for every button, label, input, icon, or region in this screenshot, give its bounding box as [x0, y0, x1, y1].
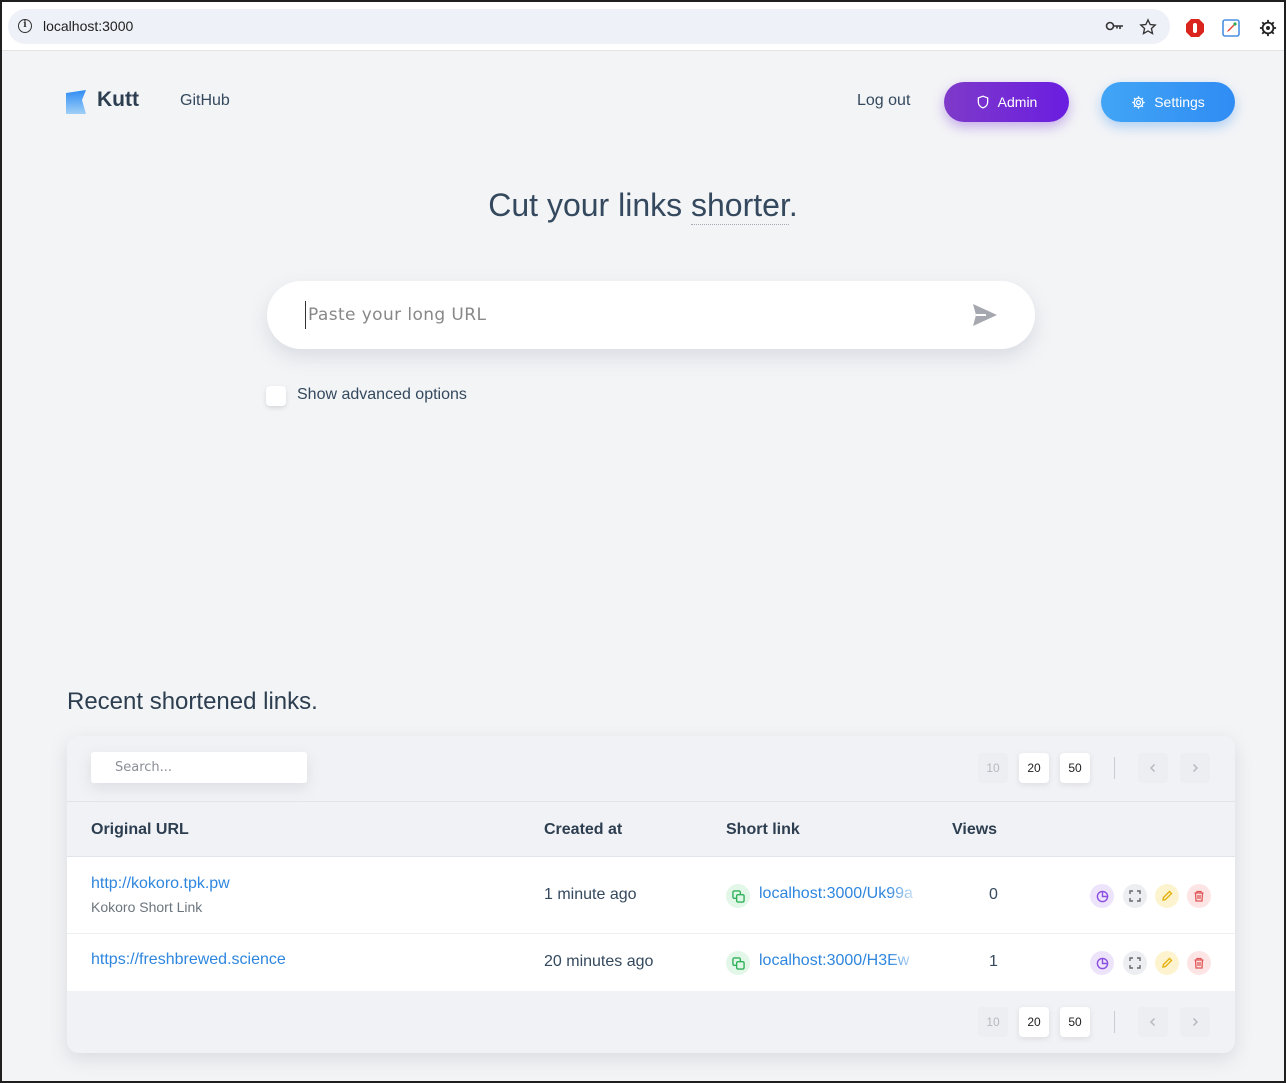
short-link[interactable]: localhost:3000/Uk99a [759, 885, 921, 903]
admin-label: Admin [997, 94, 1038, 110]
created-at: 1 minute ago [544, 886, 637, 903]
shield-icon [977, 95, 988, 109]
page-size-10-top[interactable]: 10 [978, 753, 1008, 783]
hero-title-end: . [788, 187, 798, 223]
browser-toolbar: i localhost:3000 [2, 2, 1284, 51]
hero-title-main: Cut your links [488, 187, 691, 223]
chevron-left-icon [1149, 1017, 1156, 1027]
stats-button[interactable] [1090, 884, 1114, 908]
edit-button[interactable] [1155, 951, 1179, 975]
advanced-options-label[interactable]: Show advanced options [297, 386, 467, 404]
logo-text[interactable]: Kutt [97, 88, 139, 112]
col-short-link: Short link [726, 821, 800, 838]
hero-title: Cut your links shorter. [0, 187, 1286, 225]
chevron-right-icon [1192, 1017, 1199, 1027]
table-header: Original URL Created at Short link Views [67, 801, 1235, 857]
qrcode-button[interactable] [1123, 951, 1147, 975]
delete-button[interactable] [1187, 951, 1211, 975]
trash-icon [1194, 890, 1204, 902]
prev-page-button-bottom[interactable] [1138, 1007, 1168, 1037]
page-size-10-bottom[interactable]: 10 [978, 1007, 1008, 1037]
search-input[interactable] [91, 752, 307, 783]
edit-extension-icon[interactable] [1222, 19, 1240, 41]
long-url-input[interactable] [305, 301, 945, 329]
next-page-button-bottom[interactable] [1180, 1007, 1210, 1037]
address-bar[interactable]: i localhost:3000 [8, 9, 1170, 44]
shorten-form [267, 281, 1035, 349]
key-icon[interactable] [1105, 19, 1125, 37]
col-original-url: Original URL [91, 821, 189, 838]
original-url-link[interactable]: https://freshbrewed.science [91, 951, 286, 969]
qrcode-icon [1129, 957, 1141, 969]
info-icon[interactable]: i [18, 19, 32, 33]
github-link[interactable]: GitHub [180, 92, 230, 110]
settings-label: Settings [1154, 94, 1205, 110]
trash-icon [1194, 957, 1204, 969]
copy-icon [731, 889, 745, 903]
recent-links-title: Recent shortened links. [67, 688, 318, 715]
stop-extension-icon[interactable] [1185, 18, 1205, 42]
admin-button[interactable]: Admin [944, 82, 1069, 122]
created-at: 20 minutes ago [544, 953, 654, 970]
copy-icon [731, 956, 745, 970]
short-link[interactable]: localhost:3000/H3Ew [759, 952, 921, 970]
link-description: Kokoro Short Link [91, 899, 203, 915]
table-row: http://kokoro.tpk.pw Kokoro Short Link 1… [67, 857, 1235, 934]
send-icon[interactable] [970, 301, 1000, 329]
page-size-50-top[interactable]: 50 [1060, 753, 1090, 783]
stats-button[interactable] [1090, 951, 1114, 975]
chart-icon [1096, 957, 1108, 969]
chevron-right-icon [1192, 763, 1199, 773]
advanced-options-checkbox[interactable] [266, 386, 286, 406]
col-views: Views [952, 821, 998, 838]
edit-button[interactable] [1155, 884, 1179, 908]
original-url-link[interactable]: http://kokoro.tpk.pw [91, 875, 230, 893]
gear-icon [1132, 95, 1145, 109]
prev-page-button-top[interactable] [1138, 753, 1168, 783]
pagination-divider [1114, 757, 1115, 779]
page-size-20-top[interactable]: 20 [1019, 753, 1049, 783]
pencil-icon [1162, 890, 1173, 901]
delete-button[interactable] [1187, 884, 1211, 908]
page-size-50-bottom[interactable]: 50 [1060, 1007, 1090, 1037]
pencil-icon [1162, 957, 1173, 968]
views-count: 0 [989, 886, 998, 903]
links-table: 10 20 50 Original URL Created at Short l… [67, 736, 1235, 1053]
star-icon[interactable] [1139, 18, 1157, 40]
settings-button[interactable]: Settings [1101, 82, 1235, 122]
address-url[interactable]: localhost:3000 [43, 18, 133, 34]
views-count: 1 [989, 953, 998, 970]
chevron-left-icon [1149, 763, 1156, 773]
logout-link[interactable]: Log out [857, 92, 910, 110]
qrcode-icon [1129, 890, 1141, 902]
qrcode-button[interactable] [1123, 884, 1147, 908]
kutt-logo[interactable] [66, 90, 86, 114]
puzzle-icon[interactable] [1259, 19, 1277, 41]
copy-button[interactable] [726, 884, 750, 908]
chart-icon [1096, 890, 1108, 902]
table-row: https://freshbrewed.science 20 minutes a… [67, 934, 1235, 991]
next-page-button-top[interactable] [1180, 753, 1210, 783]
page-size-20-bottom[interactable]: 20 [1019, 1007, 1049, 1037]
col-created-at: Created at [544, 821, 623, 838]
pagination-divider [1114, 1011, 1115, 1033]
hero-title-accent: shorter [691, 187, 789, 225]
copy-button[interactable] [726, 951, 750, 975]
